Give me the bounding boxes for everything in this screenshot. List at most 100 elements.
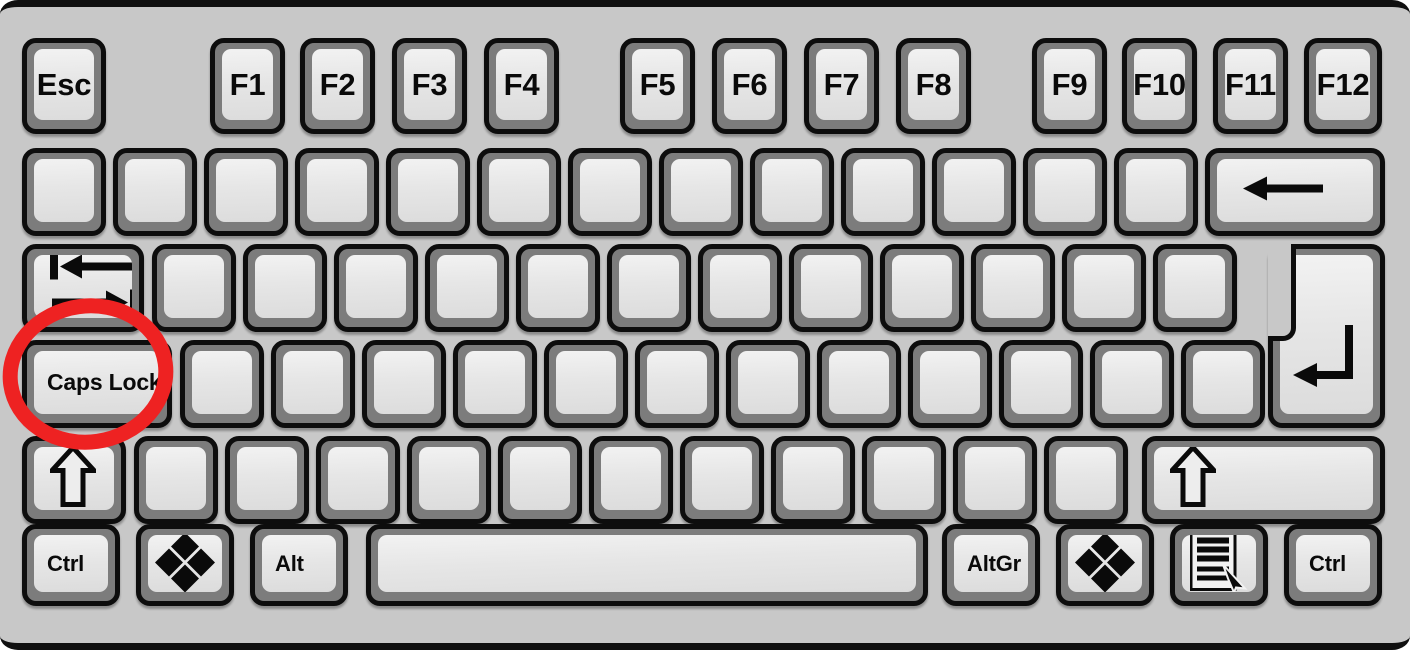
key-label-f12: F12: [1316, 67, 1370, 102]
key-number-8[interactable]: [659, 148, 743, 236]
key-face-letter-a: [192, 351, 252, 414]
key-backslash[interactable]: [134, 436, 218, 524]
key-f10[interactable]: F10: [1122, 38, 1197, 134]
key-win-left[interactable]: [136, 524, 234, 606]
key-escape[interactable]: Esc: [22, 38, 106, 134]
key-bracket-right[interactable]: [1153, 244, 1237, 332]
key-f7[interactable]: F7: [804, 38, 879, 134]
key-number-9[interactable]: [750, 148, 834, 236]
key-face-f7: F7: [816, 49, 867, 120]
key-spacebar[interactable]: [366, 524, 928, 606]
key-ctrl-right[interactable]: Ctrl: [1284, 524, 1382, 606]
key-letter-t[interactable]: [516, 244, 600, 332]
key-f1[interactable]: F1: [210, 38, 285, 134]
windows-diamond-icon: [154, 535, 216, 592]
key-label-escape: Esc: [36, 67, 92, 102]
key-face-number-11: [944, 159, 1004, 222]
key-f11[interactable]: F11: [1213, 38, 1288, 134]
key-number-10[interactable]: [841, 148, 925, 236]
key-face-f10: F10: [1134, 49, 1185, 120]
key-letter-y[interactable]: [607, 244, 691, 332]
key-letter-k[interactable]: [817, 340, 901, 428]
key-f3[interactable]: F3: [392, 38, 467, 134]
key-face-menu: [1182, 535, 1256, 592]
key-letter-w[interactable]: [243, 244, 327, 332]
key-comma[interactable]: [862, 436, 946, 524]
key-number-4[interactable]: [295, 148, 379, 236]
key-f5[interactable]: F5: [620, 38, 695, 134]
key-letter-e[interactable]: [334, 244, 418, 332]
key-letter-i[interactable]: [789, 244, 873, 332]
key-letter-c[interactable]: [407, 436, 491, 524]
key-f6[interactable]: F6: [712, 38, 787, 134]
key-ctrl-left[interactable]: Ctrl: [22, 524, 120, 606]
key-letter-l[interactable]: [908, 340, 992, 428]
key-caps-lock[interactable]: Caps Lock: [22, 340, 172, 428]
key-tab[interactable]: [22, 244, 144, 332]
key-face-letter-l: [920, 351, 980, 414]
key-bracket-left[interactable]: [1062, 244, 1146, 332]
key-quote[interactable]: [1090, 340, 1174, 428]
key-number-5[interactable]: [386, 148, 470, 236]
key-face-f12: F12: [1316, 49, 1370, 120]
key-number-12[interactable]: [1023, 148, 1107, 236]
key-alt-left[interactable]: Alt: [250, 524, 348, 606]
key-face-letter-m: [783, 447, 843, 510]
key-letter-n[interactable]: [680, 436, 764, 524]
shift-up-arrow-icon: [46, 447, 100, 510]
key-number-6[interactable]: [477, 148, 561, 236]
key-letter-g[interactable]: [544, 340, 628, 428]
key-number-2[interactable]: [113, 148, 197, 236]
key-letter-b[interactable]: [589, 436, 673, 524]
key-semicolon[interactable]: [999, 340, 1083, 428]
key-f12[interactable]: F12: [1304, 38, 1382, 134]
key-number-11[interactable]: [932, 148, 1016, 236]
key-letter-z[interactable]: [225, 436, 309, 524]
key-face-f11: F11: [1225, 49, 1276, 120]
key-face-f3: F3: [404, 49, 455, 120]
key-letter-x[interactable]: [316, 436, 400, 524]
key-menu[interactable]: [1170, 524, 1268, 606]
key-letter-o[interactable]: [880, 244, 964, 332]
key-number-3[interactable]: [204, 148, 288, 236]
key-hash[interactable]: [1181, 340, 1265, 428]
key-label-f3: F3: [411, 67, 448, 102]
key-face-letter-w: [255, 255, 315, 318]
key-face-spacebar: [378, 535, 916, 592]
enter-return-arrow-icon: [1291, 323, 1355, 394]
key-alt-gr[interactable]: AltGr: [942, 524, 1040, 606]
key-letter-v[interactable]: [498, 436, 582, 524]
key-slash[interactable]: [1044, 436, 1128, 524]
key-f8[interactable]: F8: [896, 38, 971, 134]
enter-key-notch: [1268, 244, 1296, 341]
key-period[interactable]: [953, 436, 1037, 524]
key-face-number-9: [762, 159, 822, 222]
key-f2[interactable]: F2: [300, 38, 375, 134]
key-letter-m[interactable]: [771, 436, 855, 524]
key-face-caps-lock: Caps Lock: [34, 351, 160, 414]
key-f4[interactable]: F4: [484, 38, 559, 134]
key-letter-p[interactable]: [971, 244, 1055, 332]
key-number-7[interactable]: [568, 148, 652, 236]
key-letter-a[interactable]: [180, 340, 264, 428]
key-face-letter-g: [556, 351, 616, 414]
key-letter-j[interactable]: [726, 340, 810, 428]
key-shift-left[interactable]: [22, 436, 126, 524]
key-face-f6: F6: [724, 49, 775, 120]
key-win-right[interactable]: [1056, 524, 1154, 606]
key-label-f10: F10: [1134, 67, 1185, 102]
key-face-letter-j: [738, 351, 798, 414]
key-letter-f[interactable]: [453, 340, 537, 428]
key-f9[interactable]: F9: [1032, 38, 1107, 134]
key-letter-u[interactable]: [698, 244, 782, 332]
key-letter-r[interactable]: [425, 244, 509, 332]
key-letter-s[interactable]: [271, 340, 355, 428]
key-number-1[interactable]: [22, 148, 106, 236]
key-letter-d[interactable]: [362, 340, 446, 428]
key-number-13[interactable]: [1114, 148, 1198, 236]
key-shift-right[interactable]: [1142, 436, 1385, 524]
key-backspace[interactable]: [1205, 148, 1385, 236]
key-letter-h[interactable]: [635, 340, 719, 428]
key-letter-q[interactable]: [152, 244, 236, 332]
key-face-period: [965, 447, 1025, 510]
